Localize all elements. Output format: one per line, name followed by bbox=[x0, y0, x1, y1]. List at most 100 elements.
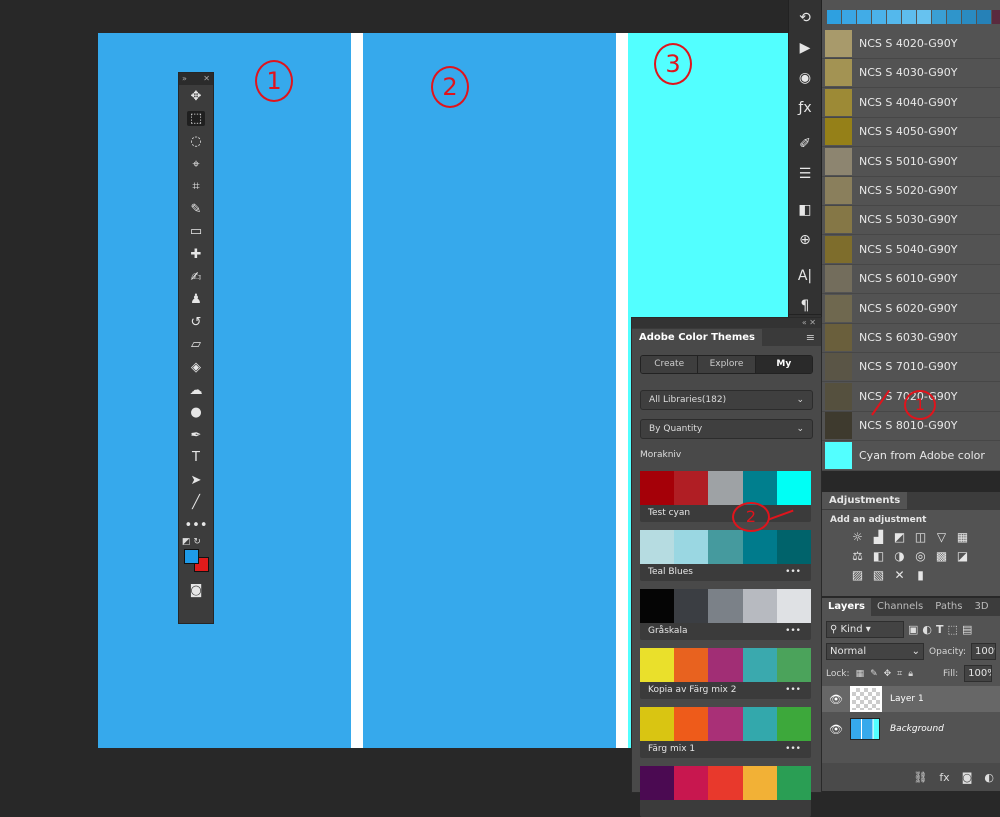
recent-swatch[interactable] bbox=[872, 10, 886, 24]
library-dropdown[interactable]: All Libraries(182) ⌄ bbox=[640, 390, 813, 410]
theme-card[interactable]: Gråskala ••• bbox=[640, 589, 812, 640]
tab-layers[interactable]: Layers bbox=[822, 598, 871, 616]
play-icon[interactable]: ▶ bbox=[789, 33, 821, 63]
recent-swatch[interactable] bbox=[857, 10, 871, 24]
type-icon[interactable]: T bbox=[179, 447, 213, 470]
filter-pixel-icon[interactable]: ▣ bbox=[908, 623, 918, 636]
tools-panel-header[interactable]: » ✕ bbox=[179, 73, 213, 85]
photo-filter-icon[interactable]: ◑ bbox=[892, 549, 907, 564]
more-options-icon[interactable]: ••• bbox=[785, 685, 801, 695]
visibility-eye-icon[interactable]: 👁︎ bbox=[822, 693, 850, 706]
eyedropper-icon[interactable]: ✎ bbox=[179, 198, 213, 221]
quick-select-icon[interactable]: ⌖ bbox=[179, 153, 213, 176]
theme-color[interactable] bbox=[640, 589, 675, 623]
healing-icon[interactable]: ✚ bbox=[179, 243, 213, 266]
marquee-icon[interactable]: ⬚ bbox=[179, 108, 213, 131]
tab-adjustments[interactable]: Adjustments bbox=[822, 492, 908, 509]
fx-icon[interactable]: ƒx bbox=[789, 93, 821, 123]
theme-card[interactable]: Teal Blues ••• bbox=[640, 530, 812, 581]
color-lookup-icon[interactable]: ▩ bbox=[934, 549, 949, 564]
layer-row-layer-1[interactable]: 👁︎ Layer 1 bbox=[822, 686, 1000, 712]
theme-color[interactable] bbox=[674, 530, 709, 564]
more-icon[interactable]: ••• bbox=[179, 514, 213, 537]
filter-adjust-icon[interactable]: ◐ bbox=[922, 623, 932, 636]
crop-icon[interactable]: ⌗ bbox=[179, 175, 213, 198]
segment-create[interactable]: Create bbox=[641, 356, 699, 373]
panel-menu-icon[interactable]: ≡ bbox=[806, 331, 821, 344]
levels-icon[interactable]: ▟ bbox=[871, 530, 886, 545]
theme-color[interactable] bbox=[640, 471, 675, 505]
theme-color[interactable] bbox=[640, 530, 675, 564]
3d-icon[interactable]: ◧ bbox=[789, 195, 821, 225]
threshold-icon[interactable]: ▧ bbox=[871, 568, 886, 583]
tab-color-themes[interactable]: Adobe Color Themes bbox=[632, 328, 762, 346]
channel-mixer-icon[interactable]: ◎ bbox=[913, 549, 928, 564]
color-icon[interactable]: ◉ bbox=[789, 63, 821, 93]
lock-artboard-icon[interactable]: ⌗ bbox=[897, 669, 902, 679]
theme-color[interactable] bbox=[708, 707, 743, 741]
swatch-row[interactable]: NCS S 6020-G90Y bbox=[822, 294, 1000, 324]
theme-card[interactable] bbox=[640, 766, 812, 817]
move-icon[interactable]: ✥ bbox=[179, 85, 213, 108]
selective-color-icon[interactable]: ✕ bbox=[892, 568, 907, 583]
exposure-icon[interactable]: ◫ bbox=[913, 530, 928, 545]
visibility-eye-icon[interactable]: 👁︎ bbox=[822, 723, 850, 736]
smudge-icon[interactable]: ☁ bbox=[179, 379, 213, 402]
hue-icon[interactable]: ▦ bbox=[955, 530, 970, 545]
theme-color[interactable] bbox=[674, 471, 709, 505]
brush-settings-icon[interactable]: ✐ bbox=[789, 129, 821, 159]
swatch-row[interactable]: NCS S 4030-G90Y bbox=[822, 58, 1000, 89]
segment-my-themes[interactable]: My Themes bbox=[755, 356, 812, 373]
tab-3d[interactable]: 3D bbox=[968, 598, 994, 616]
collapse-icon[interactable]: » bbox=[182, 73, 187, 85]
tab-channels[interactable]: Channels bbox=[871, 598, 929, 616]
recent-swatch[interactable] bbox=[947, 10, 961, 24]
lasso-icon[interactable]: ◌ bbox=[179, 130, 213, 153]
theme-color[interactable] bbox=[776, 589, 812, 623]
theme-color[interactable] bbox=[708, 766, 743, 800]
theme-color[interactable] bbox=[708, 648, 743, 682]
dodge-icon[interactable]: ● bbox=[179, 401, 213, 424]
color-themes-panel-header[interactable]: « ✕ bbox=[632, 318, 821, 328]
lock-image-icon[interactable]: ✎ bbox=[870, 669, 878, 679]
recent-swatch[interactable] bbox=[917, 10, 931, 24]
invert-icon[interactable]: ◪ bbox=[955, 549, 970, 564]
brightness-icon[interactable]: ☼ bbox=[850, 530, 865, 545]
swatch-row[interactable]: NCS S 5020-G90Y bbox=[822, 176, 1000, 206]
path-select-icon[interactable]: ➤ bbox=[179, 469, 213, 492]
ruler-icon[interactable]: ▭ bbox=[179, 221, 213, 244]
close-icon[interactable]: ✕ bbox=[203, 73, 210, 85]
layer-name[interactable]: Background bbox=[890, 724, 944, 734]
theme-color[interactable] bbox=[742, 471, 777, 505]
vibrance-icon[interactable]: ▽ bbox=[934, 530, 949, 545]
swap-colors-icon[interactable]: ◩ ↻ bbox=[182, 537, 201, 547]
recent-swatch[interactable] bbox=[932, 10, 946, 24]
more-options-icon[interactable]: ••• bbox=[785, 567, 801, 577]
theme-color[interactable] bbox=[776, 530, 812, 564]
eraser-icon[interactable]: ▱ bbox=[179, 334, 213, 357]
segment-explore[interactable]: Explore bbox=[698, 356, 756, 373]
theme-card[interactable]: Färg mix 1 ••• bbox=[640, 707, 812, 758]
swatch-row[interactable]: NCS S 5040-G90Y bbox=[822, 235, 1000, 265]
theme-color[interactable] bbox=[776, 648, 812, 682]
theme-card[interactable]: Kopia av Färg mix 2 ••• bbox=[640, 648, 812, 699]
recent-swatch[interactable] bbox=[827, 10, 841, 24]
theme-color[interactable] bbox=[742, 766, 777, 800]
foreground-color-swatch[interactable] bbox=[184, 548, 199, 564]
swatch-row[interactable]: NCS S 5030-G90Y bbox=[822, 205, 1000, 236]
swatch-row[interactable]: Cyan from Adobe color bbox=[822, 441, 1000, 471]
history-icon[interactable]: ⟲ bbox=[789, 3, 821, 33]
recent-swatch[interactable] bbox=[902, 10, 916, 24]
recent-swatch[interactable] bbox=[887, 10, 901, 24]
layer-filter-kind[interactable]: ⚲ Kind ▾ bbox=[826, 621, 904, 638]
theme-color[interactable] bbox=[776, 471, 812, 505]
theme-color[interactable] bbox=[742, 589, 777, 623]
pen-icon[interactable]: ✒ bbox=[179, 424, 213, 447]
lock-transparent-icon[interactable]: ▦ bbox=[856, 669, 865, 679]
theme-color[interactable] bbox=[776, 707, 812, 741]
theme-color[interactable] bbox=[640, 648, 675, 682]
line-icon[interactable]: ╱ bbox=[179, 492, 213, 515]
lock-all-icon[interactable]: 🔒︎ bbox=[908, 669, 913, 679]
swatch-row[interactable]: NCS S 6030-G90Y bbox=[822, 323, 1000, 353]
layer-row-background[interactable]: 👁︎ Background bbox=[822, 716, 1000, 742]
